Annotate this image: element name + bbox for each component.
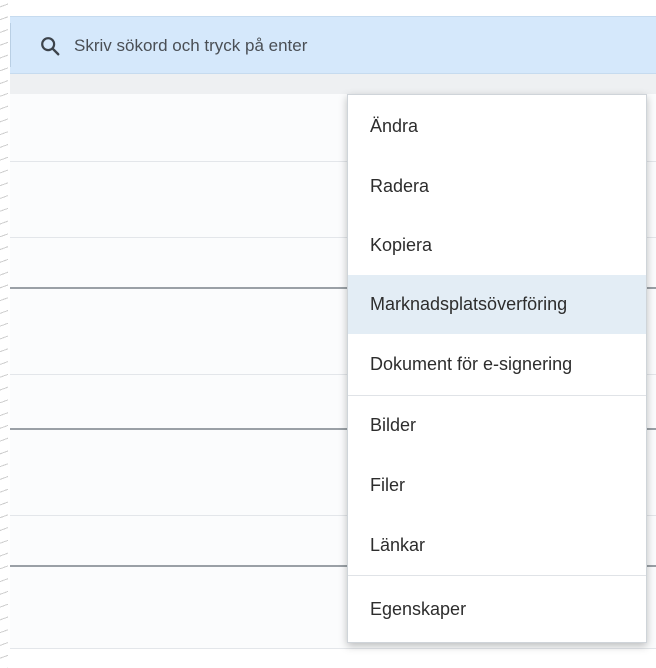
list-header-strip xyxy=(10,74,656,94)
menu-item-andra[interactable]: Ändra xyxy=(348,95,646,157)
page: Ändra Radera Kopiera Marknadsplatsöverfö… xyxy=(0,0,656,668)
torn-edge-decoration xyxy=(0,0,8,668)
menu-item-lankar[interactable]: Länkar xyxy=(348,516,646,575)
search-icon[interactable] xyxy=(39,35,61,57)
search-input[interactable] xyxy=(74,31,634,61)
cut-off-text xyxy=(0,655,656,668)
menu-item-dokument-for-e-signering[interactable]: Dokument för e-signering xyxy=(348,334,646,395)
menu-item-marknadsplatsoverforing[interactable]: Marknadsplatsöverföring xyxy=(348,275,646,334)
context-menu: Ändra Radera Kopiera Marknadsplatsöverfö… xyxy=(347,94,647,643)
menu-item-kopiera[interactable]: Kopiera xyxy=(348,215,646,275)
search-bar xyxy=(10,16,656,74)
menu-item-egenskaper[interactable]: Egenskaper xyxy=(348,576,646,642)
menu-item-filer[interactable]: Filer xyxy=(348,455,646,516)
menu-item-bilder[interactable]: Bilder xyxy=(348,396,646,455)
menu-item-radera[interactable]: Radera xyxy=(348,157,646,215)
